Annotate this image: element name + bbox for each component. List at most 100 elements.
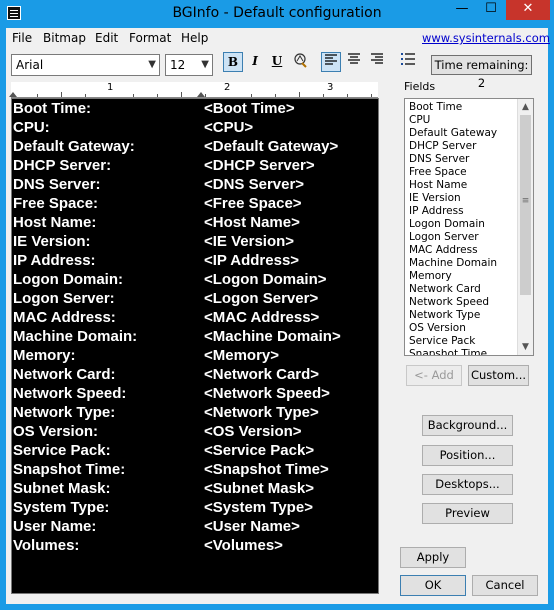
- bullets-button[interactable]: [398, 52, 418, 72]
- close-button[interactable]: ✕: [506, 0, 550, 20]
- row-value: <MAC Address>: [204, 309, 320, 326]
- field-item[interactable]: Network Card: [409, 283, 481, 296]
- title-bar[interactable]: BGInfo - Default configuration — ☐ ✕: [0, 0, 554, 28]
- row-value: <Memory>: [204, 347, 280, 364]
- field-item[interactable]: Memory: [409, 270, 452, 283]
- field-item[interactable]: Network Speed: [409, 296, 489, 309]
- cancel-button[interactable]: Cancel: [472, 575, 538, 596]
- apply-button[interactable]: Apply: [400, 547, 466, 568]
- menu-edit[interactable]: Edit: [95, 31, 118, 45]
- menu-help[interactable]: Help: [181, 31, 208, 45]
- field-item[interactable]: CPU: [409, 114, 430, 127]
- text-editor[interactable]: Boot Time: <Boot Time> CPU: <CPU> Default …: [11, 98, 379, 594]
- field-item[interactable]: Machine Domain: [409, 257, 497, 270]
- ruler-tick: [157, 94, 158, 97]
- field-item[interactable]: OS Version: [409, 322, 466, 335]
- italic-button[interactable]: I: [245, 52, 265, 72]
- scroll-down-icon[interactable]: ▼: [518, 339, 533, 355]
- ruler[interactable]: 1 2 3: [9, 82, 378, 98]
- editor-row: DHCP Server: <DHCP Server>: [12, 156, 378, 175]
- row-label: MAC Address:: [13, 309, 116, 326]
- row-label: Boot Time:: [13, 100, 92, 117]
- preview-button[interactable]: Preview: [422, 503, 513, 524]
- desktops-button[interactable]: Desktops...: [422, 474, 513, 495]
- editor-row: Host Name: <Host Name>: [12, 213, 378, 232]
- editor-row: Network Speed: <Network Speed>: [12, 384, 378, 403]
- custom-button[interactable]: Custom...: [468, 365, 529, 386]
- field-item[interactable]: Free Space: [409, 166, 467, 179]
- align-right-button[interactable]: [367, 52, 387, 72]
- editor-row: Subnet Mask: <Subnet Mask>: [12, 479, 378, 498]
- row-label: CPU:: [13, 119, 50, 136]
- ruler-tick: [275, 94, 276, 97]
- row-value: <CPU>: [204, 119, 254, 136]
- indent-marker[interactable]: [9, 92, 17, 97]
- scroll-up-icon[interactable]: ▲: [518, 99, 533, 115]
- position-button[interactable]: Position...: [422, 445, 513, 466]
- editor-row: MAC Address: <MAC Address>: [12, 308, 378, 327]
- field-item[interactable]: Boot Time: [409, 101, 462, 114]
- ruler-tick: [61, 92, 62, 97]
- menu-format[interactable]: Format: [129, 31, 171, 45]
- size-select[interactable]: 12 ▼: [165, 54, 213, 76]
- field-item[interactable]: Logon Server: [409, 231, 479, 244]
- bold-button[interactable]: B: [223, 52, 243, 72]
- ruler-tick: [347, 94, 348, 97]
- menu-bitmap[interactable]: Bitmap: [43, 31, 86, 45]
- underline-button[interactable]: U: [267, 52, 287, 72]
- align-left-button[interactable]: [321, 52, 341, 72]
- editor-row: Volumes: <Volumes>: [12, 536, 378, 555]
- minimize-button[interactable]: —: [448, 0, 476, 20]
- scroll-thumb[interactable]: ≡: [520, 115, 531, 295]
- add-button[interactable]: <- Add: [406, 365, 462, 386]
- ruler-tick: [205, 94, 206, 97]
- field-item[interactable]: Network Type: [409, 309, 480, 322]
- row-value: <System Type>: [204, 499, 313, 516]
- field-item[interactable]: IE Version: [409, 192, 461, 205]
- row-value: <Service Pack>: [204, 442, 315, 459]
- align-right-icon: [371, 53, 383, 64]
- font-dialog-button[interactable]: [290, 52, 310, 72]
- fields-label: Fields: [404, 80, 436, 93]
- field-item[interactable]: DNS Server: [409, 153, 469, 166]
- editor-row: IP Address: <IP Address>: [12, 251, 378, 270]
- sysinternals-link[interactable]: www.sysinternals.com: [422, 31, 550, 45]
- background-button[interactable]: Background...: [422, 415, 513, 436]
- ok-button[interactable]: OK: [400, 575, 466, 596]
- ruler-tick: [323, 94, 324, 97]
- editor-row: CPU: <CPU>: [12, 118, 378, 137]
- row-value: <Subnet Mask>: [204, 480, 315, 497]
- app-window: BGInfo - Default configuration — ☐ ✕ Fil…: [0, 0, 554, 610]
- align-center-button[interactable]: [344, 52, 364, 72]
- menu-bar: File Bitmap Edit Format Help www.sysinte…: [6, 28, 550, 48]
- field-item[interactable]: MAC Address: [409, 244, 478, 257]
- row-label: Network Speed:: [13, 385, 127, 402]
- field-item[interactable]: IP Address: [409, 205, 464, 218]
- row-label: IE Version:: [13, 233, 91, 250]
- fields-listbox[interactable]: Boot Time CPU Default Gateway DHCP Serve…: [404, 98, 534, 356]
- tab-stop-marker[interactable]: [197, 92, 205, 97]
- field-item[interactable]: Default Gateway: [409, 127, 497, 140]
- editor-row: User Name: <User Name>: [12, 517, 378, 536]
- editor-row: Machine Domain: <Machine Domain>: [12, 327, 378, 346]
- grip-icon: ≡: [521, 196, 530, 206]
- time-remaining-button[interactable]: Time remaining: 2: [431, 55, 532, 90]
- row-label: User Name:: [13, 518, 97, 535]
- menu-file[interactable]: File: [12, 31, 32, 45]
- maximize-button[interactable]: ☐: [477, 0, 505, 20]
- field-item[interactable]: Snapshot Time: [409, 348, 487, 355]
- bullet-list-icon: [401, 53, 415, 65]
- field-item[interactable]: Service Pack: [409, 335, 475, 348]
- field-item[interactable]: Logon Domain: [409, 218, 485, 231]
- ruler-tick: [133, 94, 134, 97]
- editor-row: DNS Server: <DNS Server>: [12, 175, 378, 194]
- field-item[interactable]: Host Name: [409, 179, 467, 192]
- editor-row: Memory: <Memory>: [12, 346, 378, 365]
- field-item[interactable]: DHCP Server: [409, 140, 476, 153]
- font-icon: [294, 53, 307, 68]
- row-label: DHCP Server:: [13, 157, 112, 174]
- ruler-tick: [37, 94, 38, 97]
- row-value: <Free Space>: [204, 195, 302, 212]
- font-select[interactable]: Arial ▼: [11, 54, 160, 76]
- fields-scrollbar[interactable]: ▲ ≡ ▼: [517, 99, 533, 355]
